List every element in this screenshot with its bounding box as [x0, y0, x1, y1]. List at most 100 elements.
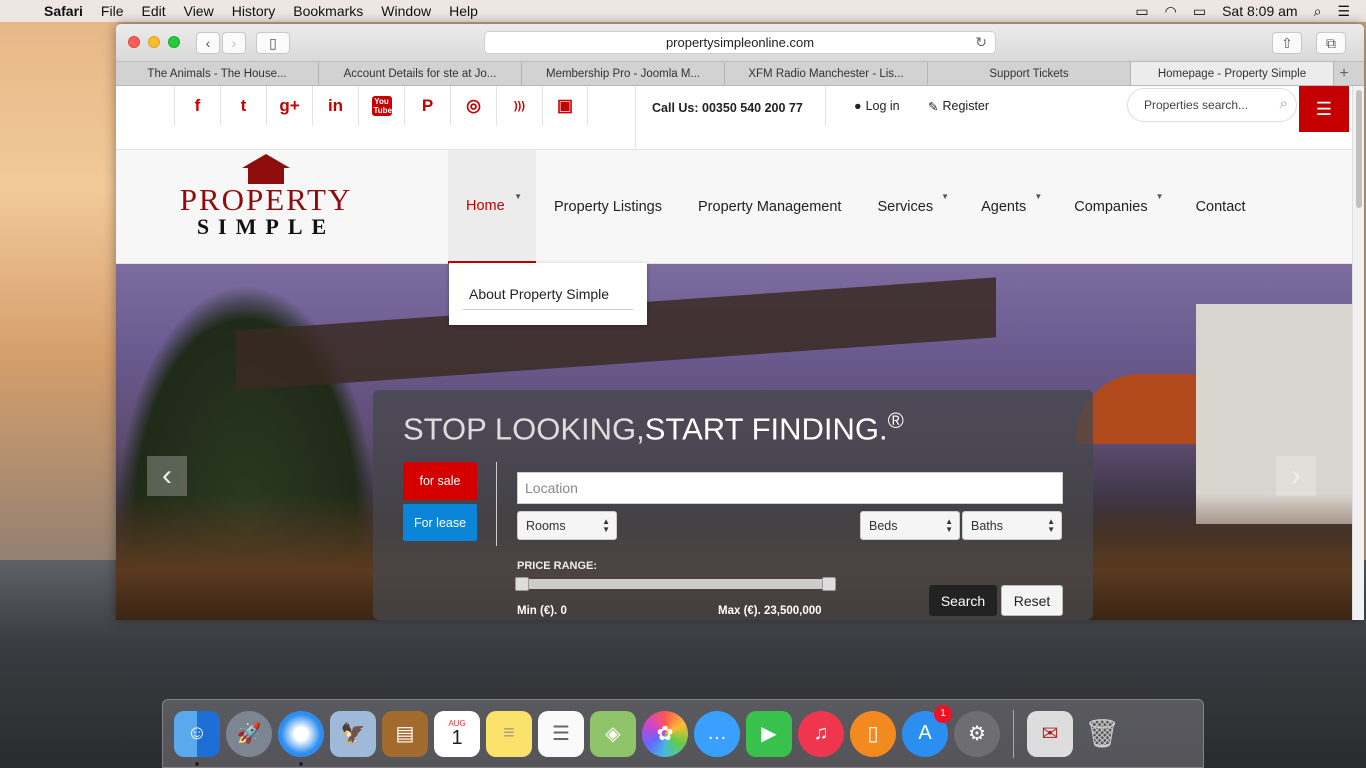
nav-item-agents[interactable]: Agents ▼ [963, 150, 1056, 264]
contacts-icon[interactable]: ▤ [382, 710, 428, 757]
menu-help[interactable]: Help [449, 3, 478, 19]
tab-homepage-property-simple[interactable]: Homepage - Property Simple [1131, 62, 1334, 85]
running-indicator [195, 761, 199, 766]
register-link[interactable]: ✎ Register [928, 86, 989, 126]
menu-history[interactable]: History [232, 3, 276, 19]
minimize-window-button[interactable] [148, 36, 160, 48]
twitter-link[interactable]: t [220, 86, 266, 126]
reminders-icon[interactable]: ☰ [538, 710, 584, 757]
app-store-icon[interactable]: A1 [902, 704, 952, 757]
spotlight-search-icon[interactable]: ⌕ [1314, 3, 1322, 20]
share-icon: ⇧ [1281, 34, 1293, 51]
price-max-value: Max (€). 23,500,000 [718, 605, 822, 617]
linkedin-link[interactable]: in [312, 86, 358, 126]
baths-select[interactable]: Baths ▲ ▼ [962, 511, 1062, 540]
search-icon[interactable]: ⌕ [1280, 95, 1288, 112]
caret-down-icon: ▼ [941, 192, 950, 201]
price-max-handle[interactable] [822, 577, 836, 591]
tab-support-tickets[interactable]: Support Tickets [928, 62, 1131, 85]
slider-prev-button[interactable]: ‹ [147, 456, 187, 496]
mac-menubar: Safari File Edit View History Bookmarks … [0, 0, 1366, 22]
safari-icon[interactable]: ✧ [278, 710, 324, 766]
address-bar[interactable]: propertysimpleonline.com ↻ [484, 31, 996, 54]
show-tabs-button[interactable]: ⧉ [1316, 32, 1346, 54]
menu-bookmarks[interactable]: Bookmarks [293, 3, 363, 19]
notification-center-icon[interactable]: ☰ [1337, 3, 1350, 20]
calendar-icon[interactable]: AUG 1 [434, 710, 480, 757]
scrollbar-thumb[interactable] [1356, 90, 1362, 208]
photos-icon[interactable]: ✿ [642, 710, 688, 757]
price-min-handle[interactable] [515, 577, 529, 591]
site-logo[interactable]: PROPERTY SIMPLE [176, 154, 356, 244]
tab-account-details[interactable]: Account Details for ste at Jo... [319, 62, 522, 85]
page-scrollbar[interactable] [1352, 86, 1364, 620]
login-link[interactable]: ● Log in [825, 86, 900, 126]
nav-item-services[interactable]: Services ▼ [859, 150, 963, 264]
sidebar-button[interactable]: ▯ [256, 32, 290, 54]
new-tab-button[interactable]: + [1334, 62, 1354, 85]
menu-view[interactable]: View [184, 3, 214, 19]
properties-search-input[interactable]: Properties search... ⌕ [1127, 88, 1297, 122]
for-lease-button[interactable]: For lease [403, 504, 477, 541]
property-search-box: STOP LOOKING,START FINDING.® for sale Fo… [373, 390, 1093, 620]
nav-item-contact[interactable]: Contact [1178, 150, 1264, 264]
pinterest-link[interactable]: P [404, 86, 450, 126]
nav-item-companies[interactable]: Companies ▼ [1056, 150, 1177, 264]
nav-label: Property Listings [554, 199, 662, 215]
wifi-icon[interactable]: ◠ [1165, 3, 1177, 20]
dropdown-item-about[interactable]: About Property Simple [469, 286, 609, 302]
facetime-icon[interactable]: ▶ [746, 710, 792, 757]
messages-icon[interactable]: … [694, 710, 740, 757]
zoom-window-button[interactable] [168, 36, 180, 48]
rooms-select[interactable]: Rooms ▲ ▼ [517, 511, 617, 540]
tab-bar: The Animals - The House... Account Detai… [116, 62, 1364, 86]
share-button[interactable]: ⇧ [1272, 32, 1302, 54]
google-plus-icon: g+ [279, 96, 300, 115]
reload-icon[interactable]: ↻ [975, 34, 987, 51]
rss-link[interactable]: ))) [496, 86, 542, 126]
nav-label: Agents [981, 199, 1027, 215]
forward-button[interactable]: › [222, 32, 246, 54]
tab-xfm-radio[interactable]: XFM Radio Manchester - Lis... [725, 62, 928, 85]
google-plus-link[interactable]: g+ [266, 86, 312, 126]
launchpad-icon[interactable]: 🚀 [226, 710, 272, 757]
hamburger-menu-button[interactable]: ☰ [1299, 86, 1349, 132]
ibooks-icon[interactable]: ▯ [850, 710, 896, 757]
price-range-slider[interactable] [517, 579, 835, 589]
search-button[interactable]: Search [929, 585, 997, 616]
location-input[interactable]: Location [517, 472, 1063, 504]
slider-next-button[interactable]: › [1276, 456, 1316, 496]
instagram-link[interactable]: ▣ [542, 86, 588, 126]
battery-icon[interactable]: ▭ [1193, 3, 1206, 20]
nav-item-property-management[interactable]: Property Management [680, 150, 859, 264]
dribbble-link[interactable]: ◎ [450, 86, 496, 126]
finder-icon[interactable]: ☺ [174, 710, 220, 766]
trash-icon[interactable]: 🗑 [1079, 711, 1125, 757]
app-menu-safari[interactable]: Safari [44, 3, 83, 19]
beds-select[interactable]: Beds ▲ ▼ [860, 511, 960, 540]
airplay-icon[interactable]: ▭ [1135, 3, 1148, 20]
clock[interactable]: Sat 8:09 am [1222, 3, 1298, 19]
youtube-link[interactable]: You Tube [358, 86, 404, 126]
tab-the-animals[interactable]: The Animals - The House... [116, 62, 319, 85]
menu-window[interactable]: Window [381, 3, 431, 19]
itunes-icon[interactable]: ♫ [798, 710, 844, 757]
back-button[interactable]: ‹ [196, 32, 220, 54]
notes-icon[interactable]: ≡ [486, 710, 532, 757]
facebook-link[interactable]: f [174, 86, 220, 126]
preview-eagle-icon[interactable]: 🦅 [330, 710, 376, 757]
preview-document-icon[interactable]: ✉ [1027, 710, 1073, 757]
reset-button[interactable]: Reset [1001, 585, 1063, 616]
for-sale-button[interactable]: for sale [403, 462, 477, 500]
location-placeholder: Location [525, 480, 578, 496]
menu-edit[interactable]: Edit [141, 3, 165, 19]
mac-dock: ☺ 🚀 ✧ 🦅 ▤ AUG 1 ≡ ☰ ◈ ✿ … ▶ ♫ ▯ A1 ⚙ ✉ 🗑 [162, 699, 1204, 768]
system-preferences-icon[interactable]: ⚙ [954, 710, 1000, 757]
maps-icon[interactable]: ◈ [590, 710, 636, 757]
address-bar-url: propertysimpleonline.com [665, 35, 815, 50]
close-window-button[interactable] [128, 36, 140, 48]
nav-item-home[interactable]: Home ▼ [448, 150, 536, 264]
nav-item-property-listings[interactable]: Property Listings [536, 150, 680, 264]
menu-file[interactable]: File [101, 3, 124, 19]
tab-membership-pro[interactable]: Membership Pro - Joomla M... [522, 62, 725, 85]
